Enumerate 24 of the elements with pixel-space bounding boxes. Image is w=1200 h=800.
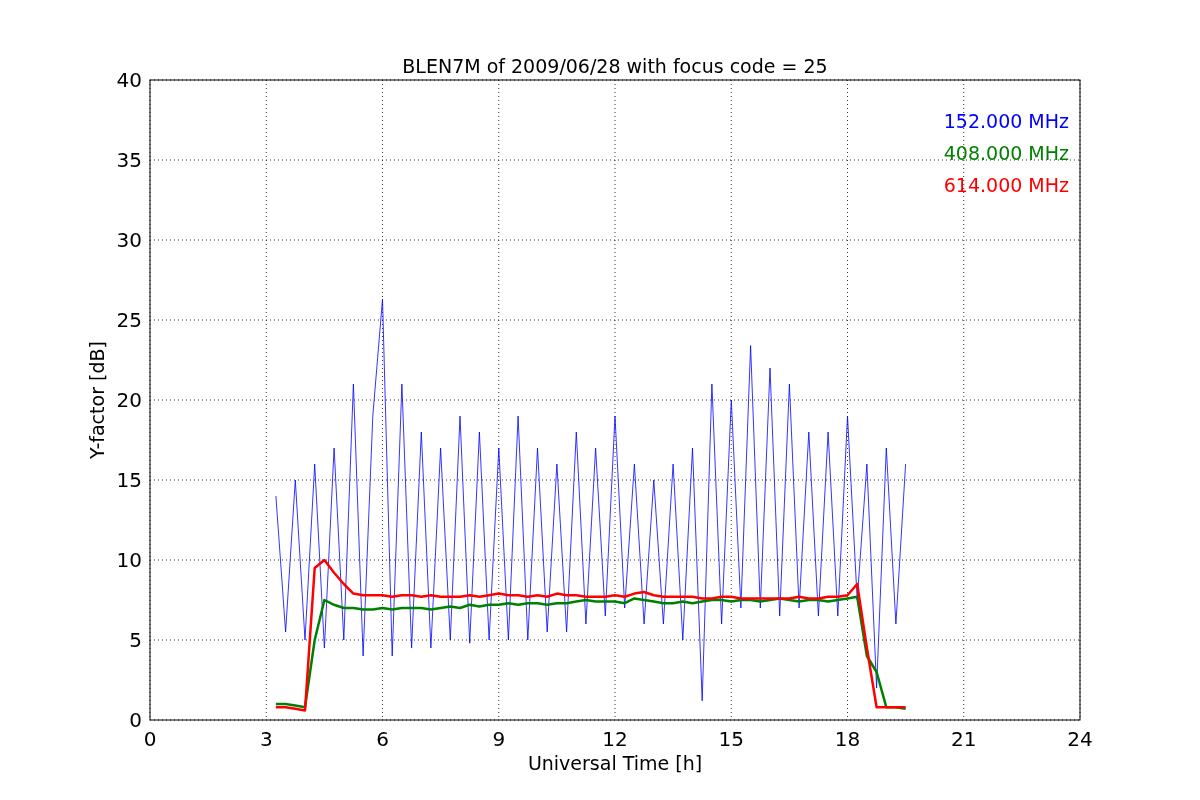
tick-label: 15: [718, 727, 744, 751]
tick-label: 10: [116, 548, 142, 572]
tick-label: 30: [116, 228, 142, 252]
y-axis-label: Y-factor [dB]: [86, 341, 108, 459]
tick-label: 5: [129, 628, 142, 652]
tick-label: 9: [492, 727, 506, 751]
tick-label: 20: [116, 388, 142, 412]
tick-label: 3: [259, 727, 273, 751]
tick-label: 18: [834, 727, 861, 751]
legend-label: 408.000 MHz: [943, 142, 1069, 164]
chart-title: BLEN7M of 2009/06/28 with focus code = 25: [402, 55, 828, 77]
tick-label: 15: [116, 468, 142, 492]
legend-label: 152.000 MHz: [943, 110, 1069, 132]
tick-label: 21: [951, 727, 977, 751]
tick-label: 40: [116, 68, 142, 92]
tick-label: 25: [116, 308, 142, 332]
tick-label: 0: [143, 727, 157, 751]
tick-label: 35: [116, 148, 142, 172]
x-axis-label: Universal Time [h]: [527, 752, 703, 774]
tick-label: 0: [129, 708, 142, 732]
legend-label: 614.000 MHz: [943, 174, 1069, 196]
tick-label: 6: [376, 727, 389, 751]
tick-label: 12: [602, 727, 628, 751]
tick-label: 24: [1067, 727, 1093, 751]
